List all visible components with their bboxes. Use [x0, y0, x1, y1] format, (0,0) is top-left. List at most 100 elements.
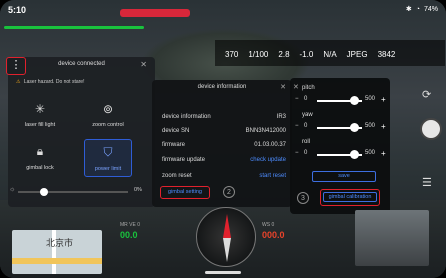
- telemetry-label: WS 0: [262, 222, 275, 228]
- row-value: 01.03.00.37: [254, 142, 286, 148]
- info-row: device information IR3: [162, 114, 286, 120]
- iso-value: 370: [225, 50, 239, 59]
- status-time: 5:10: [8, 5, 27, 15]
- decrease-icon[interactable]: −: [295, 123, 299, 129]
- attitude-compass: [196, 207, 256, 267]
- start-reset-link[interactable]: start reset: [259, 173, 286, 179]
- slider-value: 0%: [134, 187, 142, 193]
- tile-label: zoom control: [92, 122, 124, 128]
- camera-settings-bar[interactable]: 370 1/100 2.8 -1.0 N/A JPEG 3842: [215, 40, 445, 66]
- gimbal-calibration-button[interactable]: gimbal calibration: [323, 192, 377, 202]
- min-value: 0: [304, 96, 308, 102]
- tile-label: gimbal lock: [26, 165, 54, 171]
- panel-title: device information: [197, 84, 247, 90]
- decrease-icon[interactable]: −: [295, 96, 299, 102]
- row-label: firmware update: [162, 157, 206, 163]
- gimbal-setting-panel: ✕ pitch − 0 500 + yaw − 0 500 + roll − 0…: [290, 78, 390, 214]
- tile-label: power limit: [94, 166, 122, 172]
- info-row: firmware update check update: [162, 157, 286, 163]
- step-marker: 3: [297, 192, 309, 204]
- home-indicator[interactable]: [205, 271, 241, 274]
- map-city-label: 北京市: [46, 238, 74, 248]
- row-label: device SN: [162, 128, 190, 134]
- slider-knob[interactable]: [350, 150, 359, 159]
- format-value: JPEG: [346, 50, 368, 59]
- more-menu-button[interactable]: ⋮: [6, 57, 26, 75]
- settings-sliders-icon[interactable]: ☰: [422, 176, 432, 189]
- close-icon[interactable]: ✕: [280, 83, 286, 91]
- roll-label: roll: [302, 139, 311, 145]
- wifi-icon: ◔: [415, 5, 420, 13]
- save-button[interactable]: save: [312, 171, 376, 182]
- tile-label: laser fill light: [24, 122, 56, 128]
- slider-knob[interactable]: [350, 123, 359, 132]
- row-value: IR3: [276, 114, 286, 120]
- laser-warning: ⚠ Laser hazard. Do not stare!: [16, 79, 84, 85]
- increase-icon[interactable]: +: [381, 95, 386, 104]
- min-value: 0: [304, 150, 308, 156]
- app-frame: 5:10 ✱ ◔ 74% 370 1/100 2.8 -1.0 N/A JPEG…: [0, 0, 446, 278]
- row-label: firmware: [162, 142, 186, 148]
- info-row: zoom reset start reset: [162, 173, 286, 179]
- bluetooth-icon: ✱: [405, 6, 412, 13]
- close-icon[interactable]: ✕: [293, 83, 299, 91]
- warning-icon: ⚠: [16, 79, 21, 85]
- sparkle-icon: ✳: [34, 102, 46, 116]
- signal-strip: [4, 26, 144, 29]
- info-row: firmware 01.03.00.37: [162, 142, 286, 148]
- increase-icon[interactable]: +: [381, 149, 386, 158]
- ev-value: -1.0: [299, 50, 314, 59]
- pitch-slider[interactable]: − 0 500 +: [295, 95, 387, 106]
- gimbal-setting-button[interactable]: gimbal setting: [160, 186, 210, 199]
- zoom-icon: ⊚: [102, 102, 114, 116]
- gimbal-calibration-highlight: gimbal calibration: [320, 189, 380, 206]
- decrease-icon[interactable]: −: [295, 150, 299, 156]
- info-row: device SN BNN3N412000: [162, 128, 286, 134]
- camera-thumbnail[interactable]: [355, 210, 429, 266]
- map-road: [12, 258, 102, 264]
- panel-title: device connected: [58, 61, 105, 67]
- device-connected-panel: device connected ✕ ⚠ Laser hazard. Do no…: [8, 57, 155, 207]
- min-value: 0: [304, 123, 308, 129]
- mini-map[interactable]: 北京市: [12, 230, 102, 274]
- telemetry-value: 00.0: [120, 230, 138, 240]
- close-icon[interactable]: ✕: [140, 57, 147, 72]
- check-update-link[interactable]: check update: [250, 157, 286, 163]
- roll-slider[interactable]: − 0 500 +: [295, 149, 387, 160]
- shutter-button[interactable]: [420, 118, 442, 140]
- laser-warning-text: Laser hazard. Do not stare!: [23, 79, 85, 85]
- light-slider[interactable]: [18, 188, 128, 196]
- left-telemetry: MR VE 0 00.0: [120, 222, 140, 240]
- camera-switch-icon[interactable]: ⟳: [422, 88, 431, 101]
- yaw-slider[interactable]: − 0 500 +: [295, 122, 387, 133]
- laser-fill-light-tile[interactable]: ✳ laser fill light: [16, 97, 64, 135]
- right-telemetry: WS 0 000.0: [262, 222, 285, 240]
- increase-icon[interactable]: +: [381, 122, 386, 131]
- max-value: 500: [365, 123, 376, 129]
- status-right: ✱ ◔ 74%: [405, 5, 438, 14]
- power-limit-tile[interactable]: ⛉ power limit: [84, 139, 132, 177]
- row-label: zoom reset: [162, 173, 192, 179]
- slider-knob[interactable]: [40, 188, 48, 196]
- max-value: 500: [365, 96, 376, 102]
- pitch-label: pitch: [302, 85, 315, 91]
- aperture-value: 2.8: [278, 50, 290, 59]
- telemetry-value: 000.0: [262, 230, 285, 240]
- zoom-control-tile[interactable]: ⊚ zoom control: [84, 97, 132, 135]
- max-value: 500: [365, 150, 376, 156]
- yaw-label: yaw: [302, 112, 313, 118]
- telemetry-label: MR VE 0: [120, 222, 141, 228]
- brightness-icon: ☼: [9, 186, 16, 193]
- step-marker: 2: [223, 186, 235, 198]
- slider-knob[interactable]: [350, 96, 359, 105]
- shield-icon: ⛉: [103, 145, 113, 159]
- row-label: device information: [162, 114, 211, 120]
- device-information-panel: device information ✕ device information …: [152, 80, 292, 207]
- row-value: BNN3N412000: [245, 128, 286, 134]
- gimbal-lock-tile[interactable]: 🔒︎ gimbal lock: [16, 139, 64, 177]
- wb-value: N/A: [323, 50, 337, 59]
- alert-pill[interactable]: [120, 9, 190, 17]
- status-bar: 5:10 ✱ ◔ 74%: [0, 0, 446, 20]
- lock-icon: 🔒︎: [36, 144, 44, 158]
- battery-percent: 74%: [423, 5, 438, 13]
